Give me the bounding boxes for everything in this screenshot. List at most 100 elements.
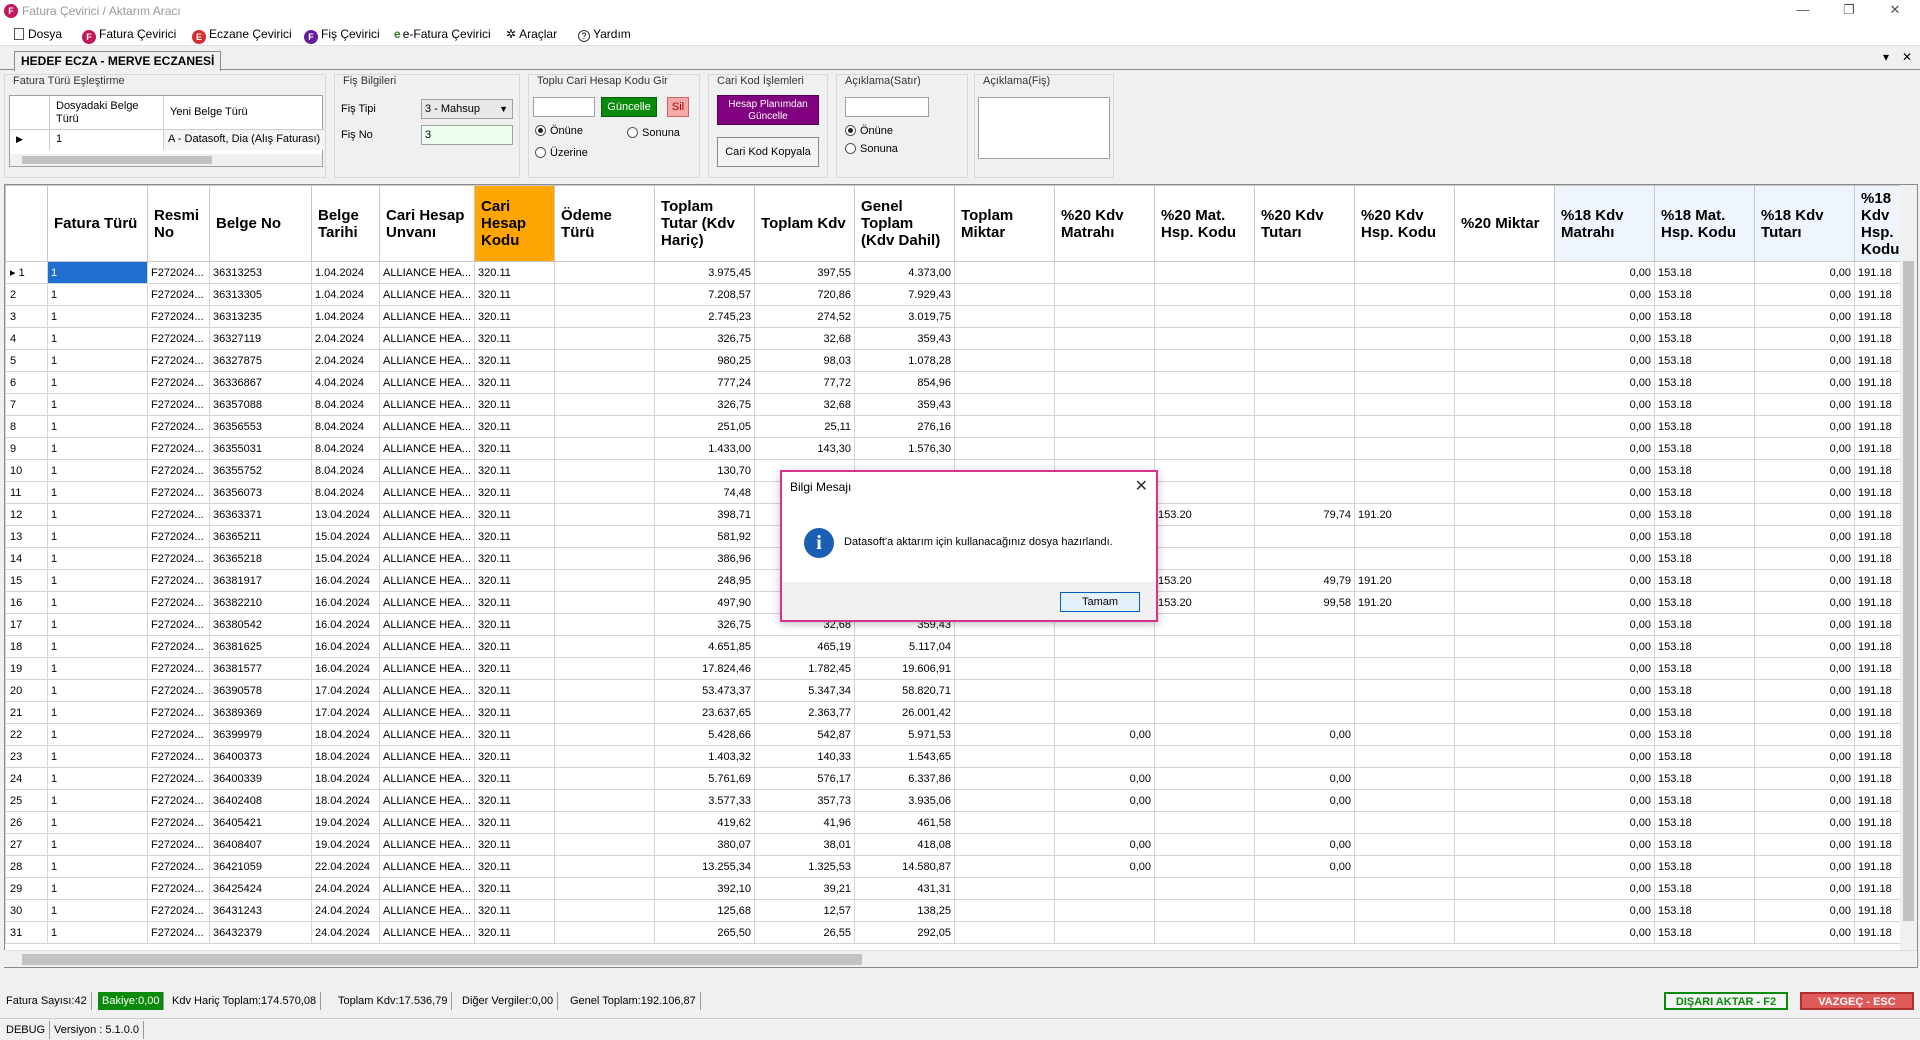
- grid-cell[interactable]: [1254, 305, 1356, 328]
- grid-cell[interactable]: [554, 899, 656, 922]
- col-toplam-tutar[interactable]: Toplam Tutar (Kdv Hariç): [654, 185, 756, 262]
- grid-cell[interactable]: 153.18: [1654, 679, 1756, 702]
- grid-cell[interactable]: 0,00: [1554, 613, 1656, 636]
- grid-cell[interactable]: 0,00: [1554, 723, 1656, 746]
- grid-cell[interactable]: [1254, 701, 1356, 724]
- grid-cell[interactable]: [1454, 569, 1556, 592]
- grid-cell[interactable]: 0,00: [1754, 305, 1856, 328]
- row-header[interactable]: 15: [5, 569, 48, 592]
- grid-cell[interactable]: 153.18: [1654, 415, 1756, 438]
- grid-cell[interactable]: 1: [47, 525, 148, 548]
- grid-cell[interactable]: [1254, 877, 1356, 900]
- grid-cell[interactable]: 320.11: [474, 393, 556, 416]
- grid-cell[interactable]: [1154, 327, 1256, 350]
- grid-cell[interactable]: [1354, 701, 1456, 724]
- grid-cell[interactable]: 1.04.2024: [311, 305, 380, 328]
- grid-cell[interactable]: 41,96: [754, 811, 856, 834]
- grid-cell[interactable]: [954, 327, 1056, 350]
- grid-cell[interactable]: [1054, 811, 1156, 834]
- row-header[interactable]: 14: [5, 547, 48, 570]
- grid-cell[interactable]: 153.18: [1654, 921, 1756, 944]
- grid-cell[interactable]: 276,16: [854, 415, 956, 438]
- grid-cell[interactable]: 0,00: [1054, 723, 1156, 746]
- grid-cell[interactable]: 38,01: [754, 833, 856, 856]
- grid-cell[interactable]: 0,00: [1554, 283, 1656, 306]
- grid-cell[interactable]: 0,00: [1754, 877, 1856, 900]
- grid-cell[interactable]: 153.18: [1654, 481, 1756, 504]
- row-header[interactable]: 25: [5, 789, 48, 812]
- grid-cell[interactable]: [1454, 305, 1556, 328]
- grid-cell[interactable]: [954, 701, 1056, 724]
- grid-cell[interactable]: [1254, 371, 1356, 394]
- grid-cell[interactable]: 0,00: [1554, 921, 1656, 944]
- grid-cell[interactable]: 153.20: [1154, 569, 1256, 592]
- grid-cell[interactable]: 17.824,46: [654, 657, 756, 680]
- grid-cell[interactable]: 36336867: [209, 371, 312, 394]
- menu-yardim[interactable]: ? Yardım: [578, 25, 631, 43]
- grid-cell[interactable]: [554, 789, 656, 812]
- grid-cell[interactable]: F272024...: [147, 415, 210, 438]
- grid-cell[interactable]: [1154, 723, 1256, 746]
- grid-cell[interactable]: 36402408: [209, 789, 312, 812]
- grid-cell[interactable]: 153.18: [1654, 811, 1756, 834]
- grid-cell[interactable]: 15.04.2024: [311, 525, 380, 548]
- grid-cell[interactable]: 0,00: [1554, 349, 1656, 372]
- grid-cell[interactable]: [1154, 525, 1256, 548]
- grid-cell[interactable]: 24.04.2024: [311, 921, 380, 944]
- close-window-button[interactable]: ✕: [1872, 0, 1918, 22]
- grid-cell[interactable]: [1354, 547, 1456, 570]
- grid-cell[interactable]: [1054, 415, 1156, 438]
- row-header[interactable]: 18: [5, 635, 48, 658]
- col-fatura-turu[interactable]: Fatura Türü: [47, 185, 148, 262]
- table-row[interactable]: 20 1 F272024... 36390578 17.04.2024 ALLIANCE …: [5, 679, 1916, 702]
- grid-cell[interactable]: 5.117,04: [854, 635, 956, 658]
- grid-cell[interactable]: F272024...: [147, 327, 210, 350]
- minimize-button[interactable]: —: [1780, 0, 1826, 22]
- grid-cell[interactable]: ALLIANCE HEA...: [378, 657, 476, 680]
- grid-cell[interactable]: [1354, 921, 1456, 944]
- grid-cell[interactable]: ALLIANCE HEA...: [378, 613, 476, 636]
- grid-cell[interactable]: 1: [47, 415, 148, 438]
- grid-cell[interactable]: 77,72: [754, 371, 856, 394]
- grid-cell[interactable]: 153.20: [1154, 591, 1256, 614]
- grid-cell[interactable]: [1254, 349, 1356, 372]
- row-header[interactable]: 11: [5, 481, 48, 504]
- grid-cell[interactable]: 320.11: [474, 525, 556, 548]
- grid-cell[interactable]: 0,00: [1254, 723, 1356, 746]
- grid-cell[interactable]: 0,00: [1254, 767, 1356, 790]
- grid-cell[interactable]: 0,00: [1254, 855, 1356, 878]
- grid-cell[interactable]: 36381625: [209, 635, 312, 658]
- grid-cell[interactable]: 8.04.2024: [311, 437, 380, 460]
- grid-cell[interactable]: 497,90: [654, 591, 756, 614]
- grid-cell[interactable]: [554, 613, 656, 636]
- grid-cell[interactable]: 0,00: [1754, 283, 1856, 306]
- grid-cell[interactable]: 0,00: [1754, 657, 1856, 680]
- grid-cell[interactable]: [954, 635, 1056, 658]
- row-header[interactable]: 17: [5, 613, 48, 636]
- grid-cell[interactable]: 0,00: [1554, 547, 1656, 570]
- grid-cell[interactable]: 1: [47, 855, 148, 878]
- grid-cell[interactable]: F272024...: [147, 349, 210, 372]
- grid-cell[interactable]: 0,00: [1754, 393, 1856, 416]
- grid-cell[interactable]: 465,19: [754, 635, 856, 658]
- table-row[interactable]: 26 1 F272024... 36405421 19.04.2024 ALLIANCE …: [5, 811, 1916, 834]
- grid-cell[interactable]: [1454, 899, 1556, 922]
- grid-cell[interactable]: 320.11: [474, 283, 556, 306]
- grid-cell[interactable]: 1: [47, 833, 148, 856]
- grid-cell[interactable]: [554, 591, 656, 614]
- grid-cell[interactable]: [1254, 415, 1356, 438]
- grid-cell[interactable]: [1354, 525, 1456, 548]
- grid-cell[interactable]: 1: [47, 635, 148, 658]
- grid-cell[interactable]: 326,75: [654, 327, 756, 350]
- grid-cell[interactable]: 0,00: [1754, 547, 1856, 570]
- aciklama-radio-sonuna[interactable]: Sonuna: [845, 143, 898, 155]
- grid-cell[interactable]: ALLIANCE HEA...: [378, 393, 476, 416]
- aciklama-radio-onune[interactable]: Önüne: [845, 125, 893, 137]
- grid-cell[interactable]: 0,00: [1554, 701, 1656, 724]
- grid-cell[interactable]: [1154, 701, 1256, 724]
- radio-sonuna[interactable]: Sonuna: [627, 127, 680, 139]
- grid-cell[interactable]: 36405421: [209, 811, 312, 834]
- grid-cell[interactable]: 461,58: [854, 811, 956, 834]
- grid-cell[interactable]: 36363371: [209, 503, 312, 526]
- yeni-belge-value[interactable]: A - Datasoft, Dia (Alış Faturası): [164, 130, 324, 150]
